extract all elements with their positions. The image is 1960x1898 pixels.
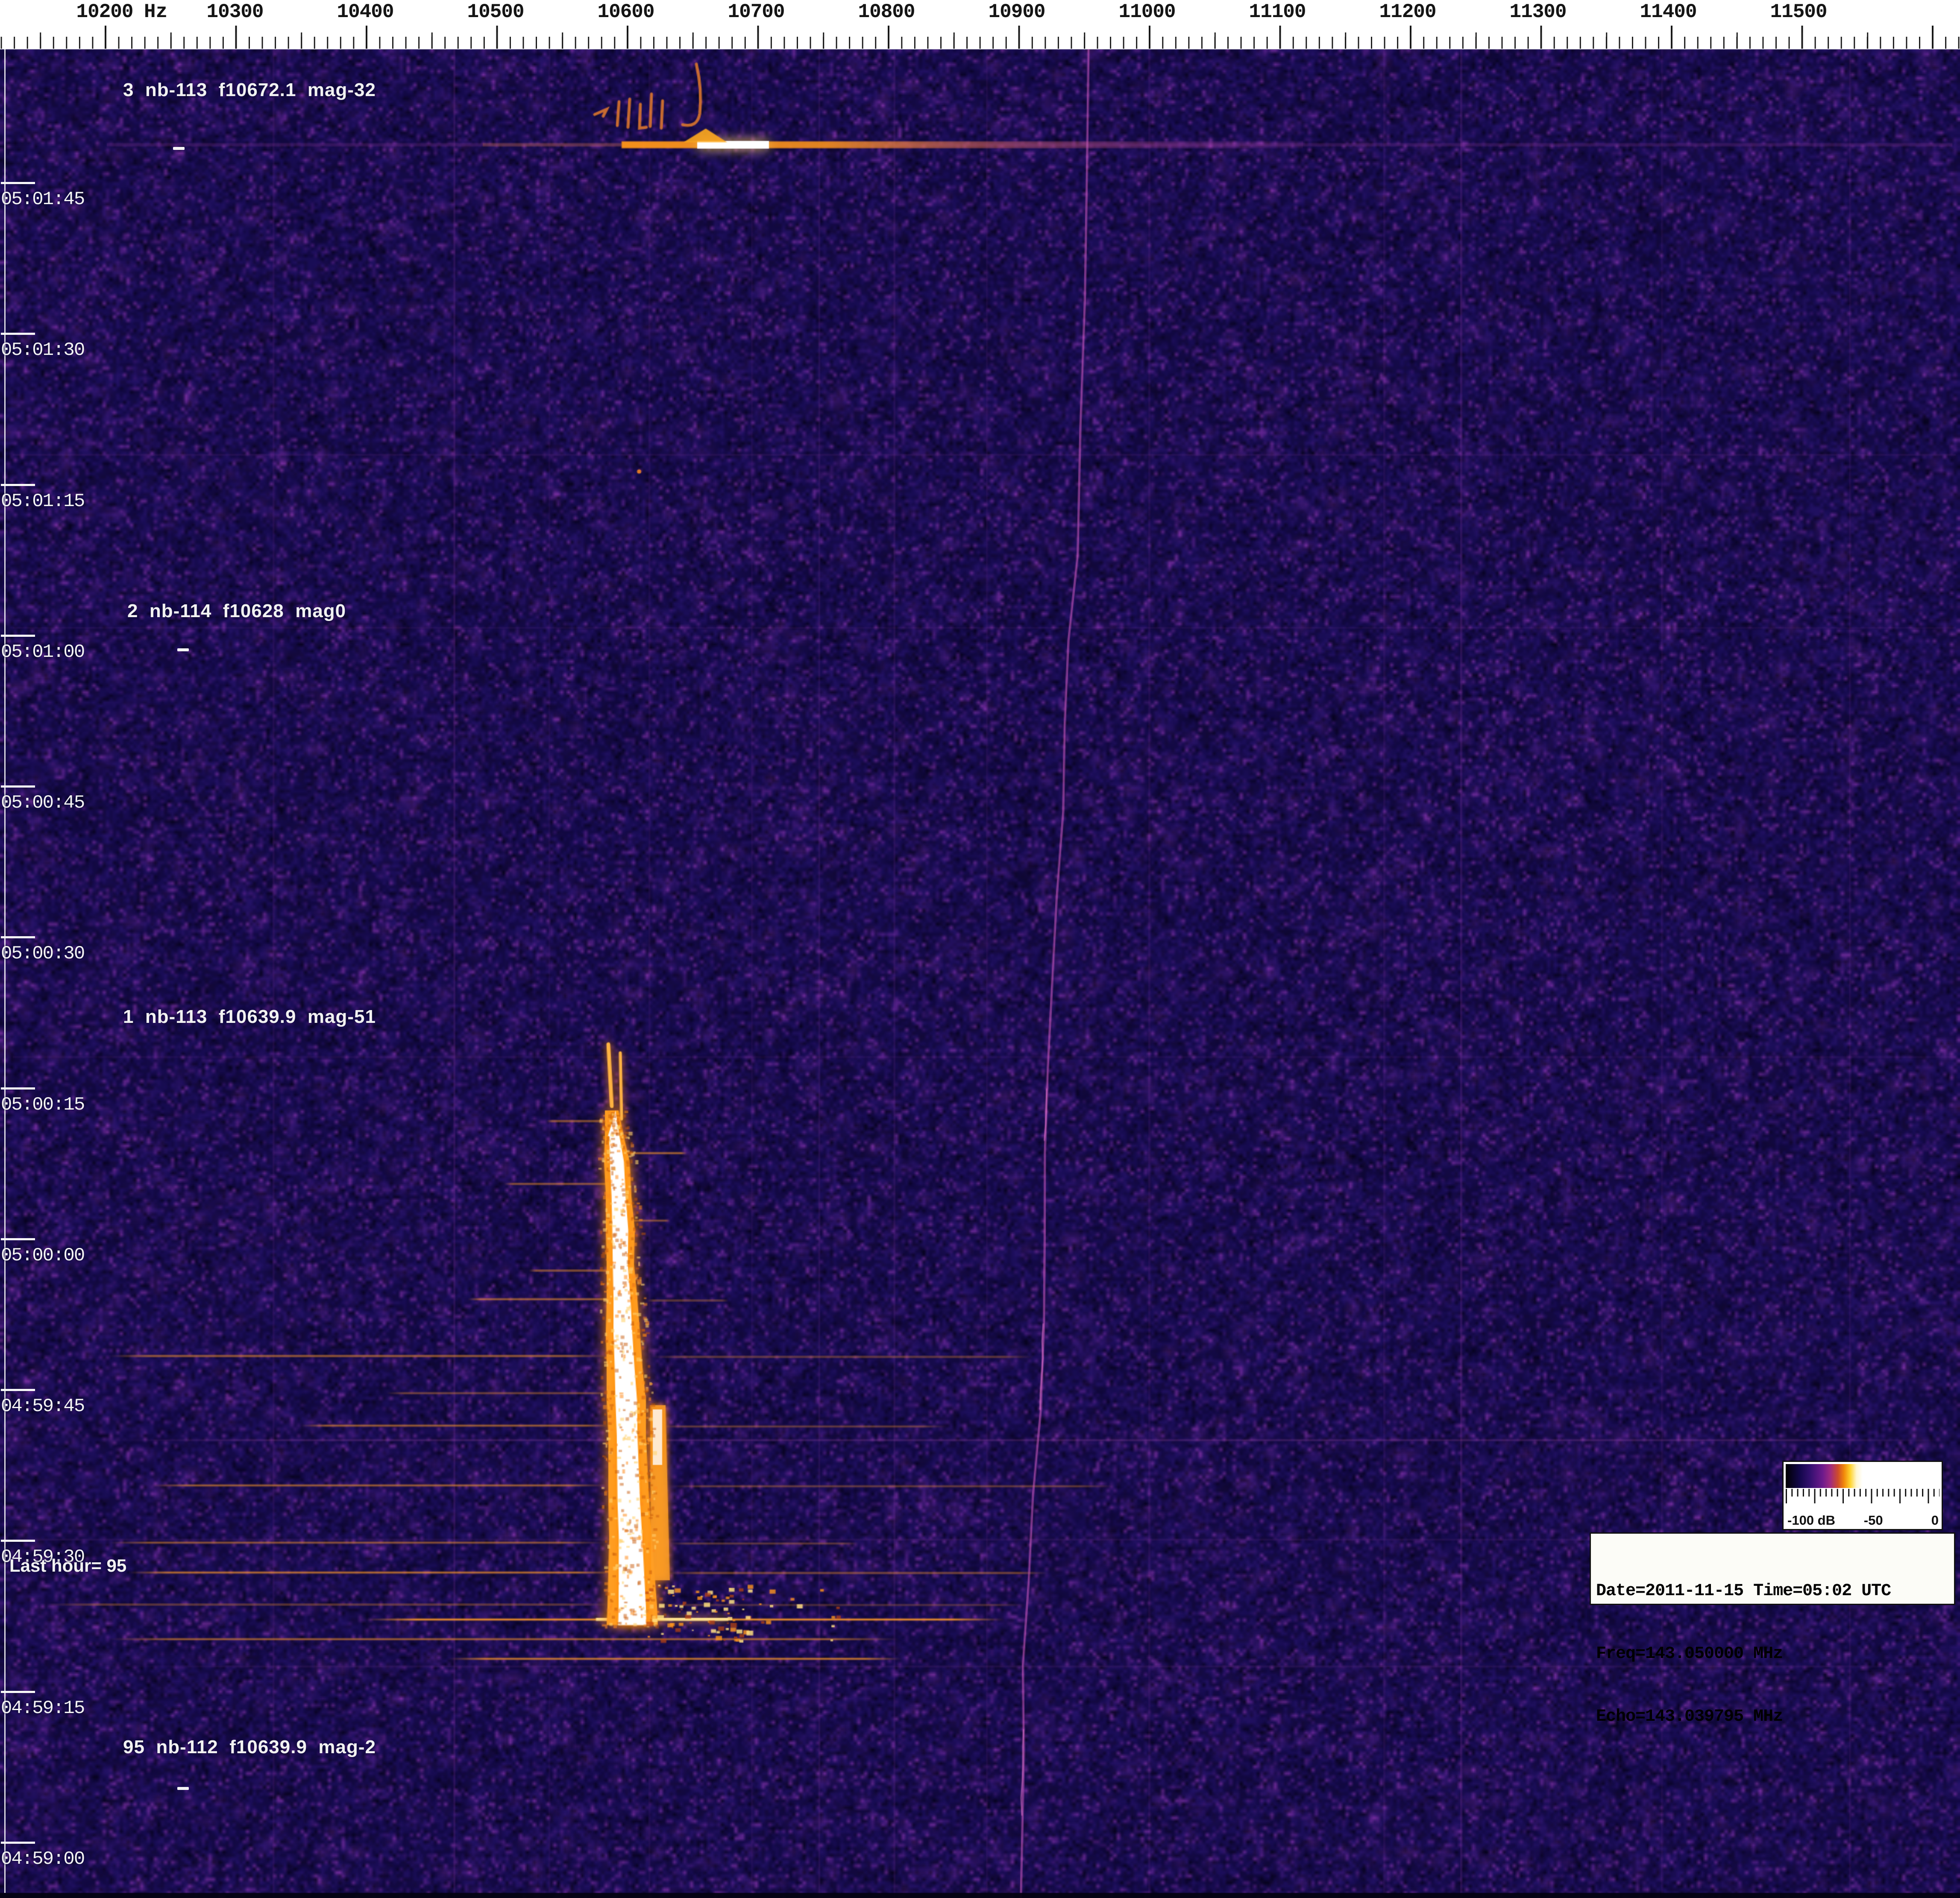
freq-label-11300: 11300 [1509,1,1566,23]
time-label-04:59:45: 04:59:45 [1,1396,84,1417]
event-marker-dash-2 [177,648,189,651]
time-label-05:01:30: 05:01:30 [1,340,84,361]
time-tick [1,182,35,184]
time-tick [1,635,35,637]
last-hour-counter: Last hour= 95 [9,1555,126,1576]
colorbar-max-label: 0 [1931,1513,1939,1528]
time-label-05:01:45: 05:01:45 [1,189,84,210]
freq-label-11400: 11400 [1640,1,1696,23]
time-label-05:00:15: 05:00:15 [1,1094,84,1116]
time-tick [1,484,35,486]
time-label-05:00:30: 05:00:30 [1,943,84,964]
freq-unit-label: Hz [144,1,167,23]
freq-label-10500: 10500 [467,1,524,23]
colorbar-labels: -100 dB -50 0 [1786,1512,1939,1528]
colorbar-min-label: -100 dB [1787,1513,1835,1528]
time-tick [1,1087,35,1090]
info-freq-line: Freq=143.050000 MHz [1596,1643,1949,1664]
event-marker-dash-3 [173,147,185,150]
time-tick [1,936,35,938]
colorbar-gradient [1786,1464,1939,1488]
colorbar-mid-label: -50 [1864,1513,1883,1528]
colorbar-legend: -100 dB -50 0 [1782,1461,1943,1530]
freq-label-10700: 10700 [728,1,784,23]
info-box: Date=2011-11-15 Time=05:02 UTC Freq=143.… [1590,1532,1955,1605]
event-annotation-95: 95 nb-112 f10639.9 mag-2 [123,1737,376,1758]
ruler-minor-ticks [0,37,1960,49]
event-annotation-2: 2 nb-114 f10628 mag0 [127,600,346,622]
frequency-ruler: 10200 10300 10400 10500 10600 10700 10800 10900… [0,0,1960,49]
time-label-05:00:45: 05:00:45 [1,792,84,814]
freq-label-10800: 10800 [858,1,915,23]
event-annotation-1: 1 nb-113 f10639.9 mag-51 [123,1006,376,1028]
time-label-05:00:00: 05:00:00 [1,1245,84,1266]
time-tick [1,1540,35,1542]
spectrogram-app-window: 10200 10300 10400 10500 10600 10700 10800 10900… [0,0,1960,1898]
freq-label-10400: 10400 [337,1,393,23]
time-axis-line [4,49,6,1893]
time-tick [1,785,35,788]
time-label-04:59:00: 04:59:00 [1,1848,84,1870]
event-annotation-3: 3 nb-113 f10672.1 mag-32 [123,79,376,101]
time-label-05:01:15: 05:01:15 [1,491,84,512]
freq-label-10900: 10900 [988,1,1045,23]
info-echo-line: Echo=143.039795 MHz [1596,1706,1949,1727]
freq-label-11500: 11500 [1770,1,1827,23]
time-label-05:01:00: 05:01:00 [1,641,84,663]
colorbar-ticks [1786,1489,1939,1504]
time-tick [1,1691,35,1693]
colorbar-major-ticks [1786,1489,1939,1504]
freq-label-11100: 11100 [1249,1,1306,23]
freq-label-10600: 10600 [597,1,654,23]
time-tick [1,1842,35,1844]
freq-label-11200: 11200 [1379,1,1436,23]
event-marker-dash-95 [177,1787,189,1790]
time-tick [1,1389,35,1391]
time-tick [1,333,35,335]
freq-label-11000: 11000 [1118,1,1175,23]
info-date-line: Date=2011-11-15 Time=05:02 UTC [1596,1581,1949,1602]
freq-label-10200: 10200 [76,1,133,23]
time-tick [1,1238,35,1240]
freq-label-10300: 10300 [206,1,263,23]
time-label-04:59:15: 04:59:15 [1,1698,84,1719]
